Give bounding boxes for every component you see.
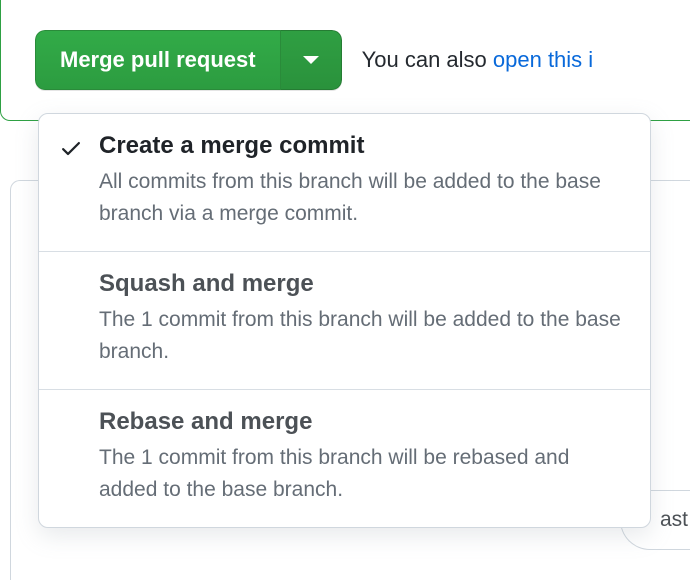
option-description: The 1 commit from this branch will be ad… [99,304,630,367]
option-description: All commits from this branch will be add… [99,166,630,229]
caret-down-icon [303,56,319,64]
check-icon [59,136,83,229]
merge-method-dropdown: Create a merge commit All commits from t… [38,113,651,528]
merge-button-group: Merge pull request [35,30,342,90]
merge-hint-text: You can also open this i [362,47,594,73]
option-content: Create a merge commit All commits from t… [99,132,630,229]
merge-section: Merge pull request You can also open thi… [0,0,690,121]
check-column [59,408,99,505]
option-title: Squash and merge [99,270,630,298]
option-description: The 1 commit from this branch will be re… [99,442,630,505]
check-column [59,270,99,367]
merge-option-squash-and-merge[interactable]: Squash and merge The 1 commit from this … [39,252,650,390]
merge-pull-request-button[interactable]: Merge pull request [35,30,281,90]
open-this-link[interactable]: open this i [493,47,593,72]
merge-option-create-merge-commit[interactable]: Create a merge commit All commits from t… [39,114,650,252]
check-column [59,132,99,229]
option-title: Create a merge commit [99,132,630,160]
hint-prefix: You can also [362,47,493,72]
merge-option-rebase-and-merge[interactable]: Rebase and merge The 1 commit from this … [39,390,650,527]
option-content: Squash and merge The 1 commit from this … [99,270,630,367]
option-title: Rebase and merge [99,408,630,436]
merge-options-dropdown-button[interactable] [281,30,342,90]
option-content: Rebase and merge The 1 commit from this … [99,408,630,505]
